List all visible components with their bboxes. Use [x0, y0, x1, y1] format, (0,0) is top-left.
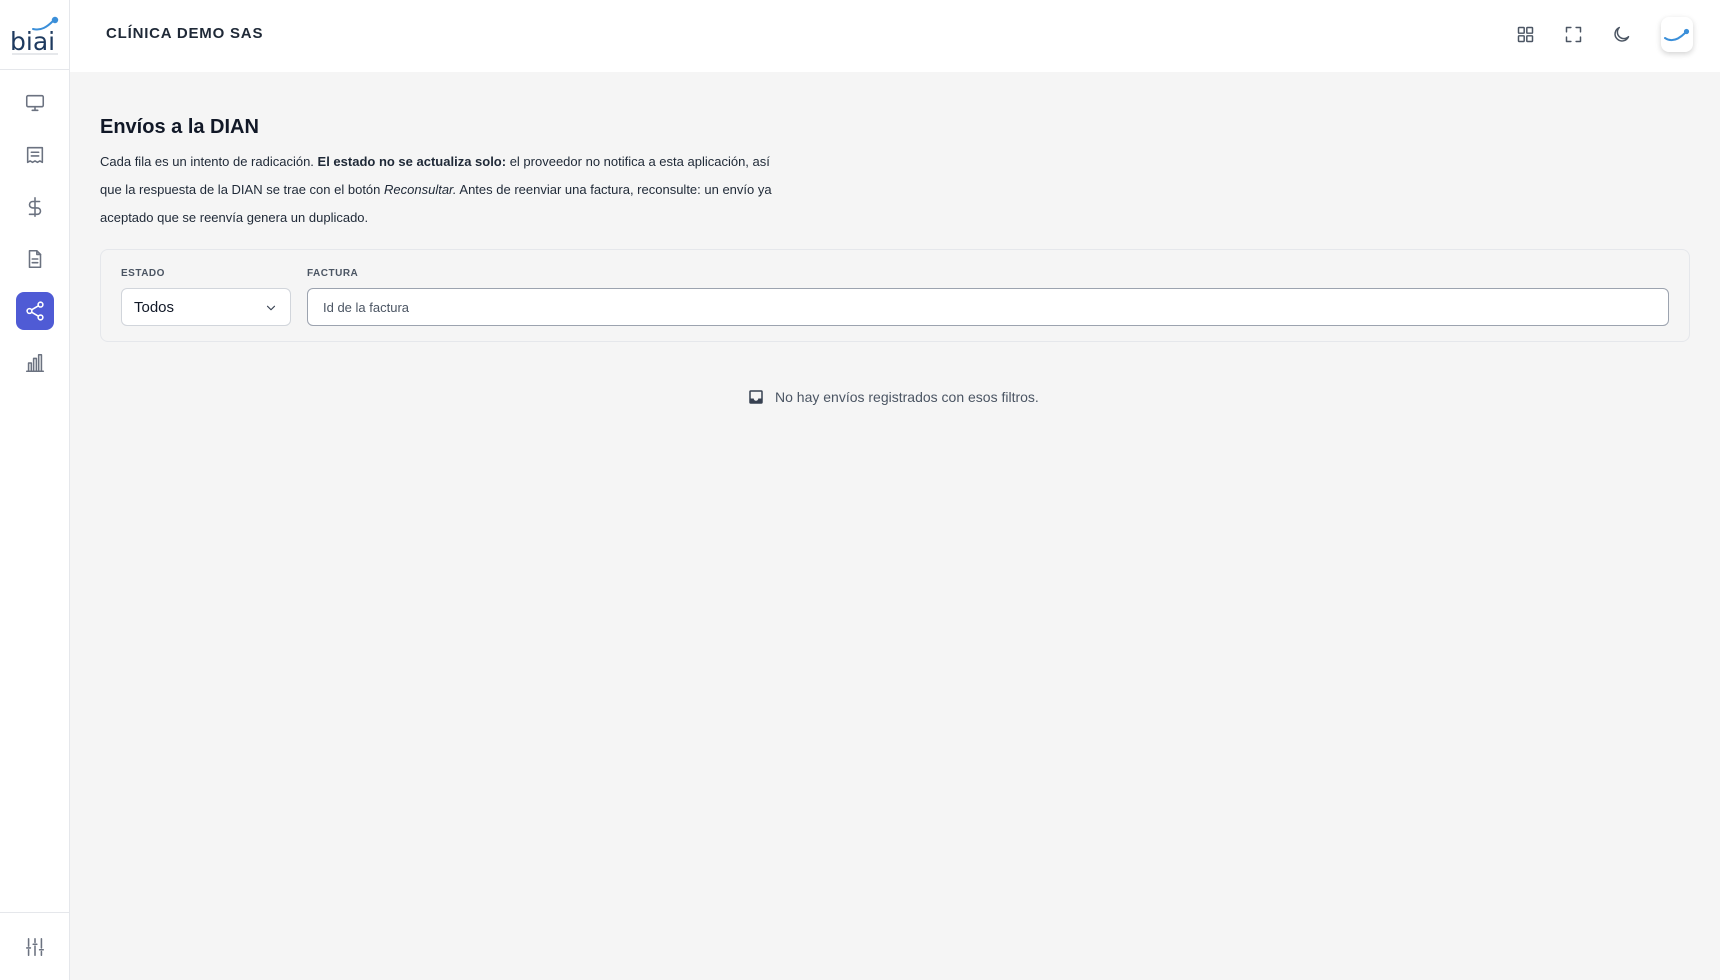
- logo-image: biai: [10, 16, 58, 55]
- moon-icon: [1613, 26, 1629, 42]
- sidebar-footer: [0, 912, 69, 980]
- sliders-icon: [25, 937, 44, 956]
- sidebar-item-payments[interactable]: [16, 188, 54, 226]
- dollar-icon: [28, 197, 42, 217]
- document-icon: [28, 249, 42, 269]
- sidebar-item-dian-submissions[interactable]: [16, 292, 54, 330]
- estado-label: ESTADO: [121, 268, 165, 279]
- logo-text: biai: [10, 27, 55, 55]
- bar-chart-icon: [25, 353, 45, 373]
- sidebar-item-dashboard[interactable]: [16, 84, 54, 122]
- share-icon: [26, 301, 44, 321]
- topbar: CLÍNICA DEMO SAS: [70, 0, 1720, 72]
- empty-state: No hay envíos registrados con esos filtr…: [747, 388, 1039, 406]
- page-description: Cada fila es un intento de radicación. E…: [100, 148, 780, 232]
- fullscreen-icon: [1565, 26, 1581, 42]
- sidebar-item-reports[interactable]: [16, 344, 54, 382]
- estado-selected-value: Todos: [134, 298, 175, 316]
- filters-panel: ESTADO Todos FACTURA: [100, 249, 1690, 342]
- avatar-logo-mark: [1664, 28, 1690, 41]
- user-avatar[interactable]: [1661, 17, 1693, 52]
- factura-label: FACTURA: [307, 268, 359, 279]
- empty-state-message: No hay envíos registrados con esos filtr…: [775, 389, 1039, 405]
- factura-input[interactable]: [307, 288, 1669, 326]
- intro-text-1: Cada fila es un intento de radicación.: [100, 154, 318, 169]
- biai-logo[interactable]: biai: [0, 0, 69, 70]
- sidebar-item-documents[interactable]: [16, 240, 54, 278]
- fullscreen-button[interactable]: [1557, 18, 1589, 50]
- monitor-icon: [25, 94, 45, 112]
- intro-italic-text: Reconsultar.: [384, 182, 457, 197]
- intro-bold-text: El estado no se actualiza solo:: [317, 154, 507, 169]
- chevron-down-icon: [266, 305, 276, 311]
- page-title: Envíos a la DIAN: [100, 116, 259, 138]
- inbox-icon: [749, 390, 763, 404]
- apps-button[interactable]: [1509, 18, 1541, 50]
- apps-grid-icon: [1517, 26, 1533, 42]
- estado-select[interactable]: Todos: [121, 288, 291, 326]
- theme-toggle-button[interactable]: [1605, 18, 1637, 50]
- receipt-icon: [26, 146, 44, 164]
- settings-button[interactable]: [16, 928, 54, 966]
- organization-name: CLÍNICA DEMO SAS: [106, 25, 264, 42]
- sidebar-item-invoices[interactable]: [16, 136, 54, 174]
- sidebar: biai: [0, 0, 70, 980]
